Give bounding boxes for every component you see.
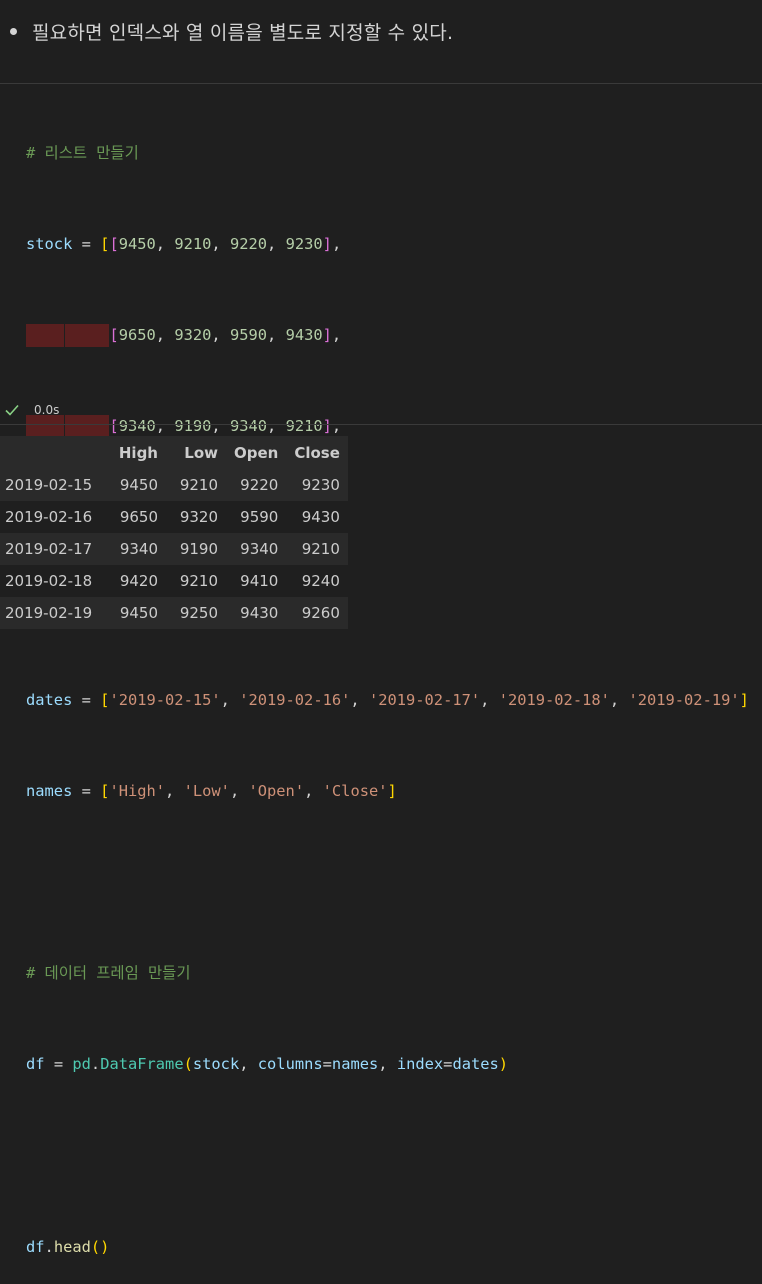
number: 9210 — [285, 417, 323, 436]
table-cell: 9340 — [226, 533, 287, 565]
number: 9230 — [285, 234, 323, 253]
markdown-cell[interactable]: 필요하면 인덱스와 열 이름을 별도로 지정할 수 있다. — [0, 0, 762, 83]
code-line-7: dates = ['2019-02-15', '2019-02-16', '20… — [26, 690, 749, 709]
variable-df: df — [26, 1055, 45, 1074]
number: 9450 — [118, 234, 156, 253]
execution-time: 0.0s — [34, 403, 60, 417]
number: 9190 — [174, 417, 212, 436]
code-line-13: df.head() — [26, 1237, 110, 1256]
table-cell: 9450 — [106, 469, 166, 501]
variable-dates: dates — [26, 690, 73, 709]
table-cell: 9340 — [106, 533, 166, 565]
code-line-3: [9650, 9320, 9590, 9430], — [26, 323, 749, 347]
code-line-10: # 데이터 프레임 만들기 — [26, 962, 749, 985]
table-cell: 9210 — [166, 565, 226, 597]
table-cell: 9420 — [106, 565, 166, 597]
string: '2019-02-16' — [239, 690, 351, 709]
column-header: Low — [166, 436, 226, 469]
bullet-item: 필요하면 인덱스와 열 이름을 별도로 지정할 수 있다. — [10, 18, 453, 45]
bracket-open-inner: [ — [109, 234, 119, 253]
number: 9340 — [118, 417, 156, 436]
string: 'Open' — [248, 781, 305, 800]
table-cell: 9210 — [286, 533, 348, 565]
assign-op: = — [72, 234, 101, 253]
code-line-8: names = ['High', 'Low', 'Open', 'Close'] — [26, 781, 397, 800]
bullet-dot-icon — [10, 28, 17, 35]
string: 'Low' — [183, 781, 230, 800]
indent-guide — [26, 415, 64, 438]
table-row: 2019-02-18 9420 9210 9410 9240 — [0, 565, 348, 597]
string: 'Close' — [322, 781, 388, 800]
table-row: 2019-02-15 9450 9210 9220 9230 — [0, 469, 348, 501]
row-index: 2019-02-17 — [0, 533, 106, 565]
module-pd: pd — [72, 1055, 91, 1074]
number: 9340 — [229, 417, 268, 436]
table-row: 2019-02-19 9450 9250 9430 9260 — [0, 597, 348, 629]
index-header — [0, 436, 106, 469]
string: 'High' — [109, 781, 166, 800]
table-cell: 9230 — [286, 469, 348, 501]
class-dataframe: DataFrame — [100, 1055, 184, 1074]
table-cell: 9240 — [286, 565, 348, 597]
number: 9210 — [174, 234, 212, 253]
row-index: 2019-02-18 — [0, 565, 106, 597]
output-area: High Low Open Close 2019-02-15 9450 9210… — [0, 436, 348, 629]
row-index: 2019-02-19 — [0, 597, 106, 629]
dataframe-table: High Low Open Close 2019-02-15 9450 9210… — [0, 436, 348, 629]
number: 9320 — [174, 325, 212, 344]
column-header: High — [106, 436, 166, 469]
code-line-2: stock = [[9450, 9210, 9220, 9230], — [26, 234, 342, 253]
variable-stock: stock — [26, 234, 73, 253]
code-cell[interactable]: # 리스트 만들기 stock = [[9450, 9210, 9220, 92… — [0, 84, 762, 1256]
row-index: 2019-02-16 — [0, 501, 106, 533]
string: '2019-02-15' — [109, 690, 221, 709]
table-cell: 9410 — [226, 565, 287, 597]
table-row: 2019-02-16 9650 9320 9590 9430 — [0, 501, 348, 533]
column-header: Close — [286, 436, 348, 469]
table-header-row: High Low Open Close — [0, 436, 348, 469]
table-cell: 9190 — [166, 533, 226, 565]
number: 9220 — [229, 234, 268, 253]
number: 9650 — [118, 325, 156, 344]
cell-divider — [0, 424, 762, 425]
code-line-1: # 리스트 만들기 — [26, 142, 749, 165]
execution-status: 0.0s — [4, 402, 59, 418]
number: 9430 — [285, 325, 323, 344]
table-cell: 9210 — [166, 469, 226, 501]
number: 9590 — [229, 325, 268, 344]
bullet-text: 필요하면 인덱스와 열 이름을 별도로 지정할 수 있다. — [32, 22, 454, 44]
indent-guide — [26, 323, 64, 347]
table-cell: 9260 — [286, 597, 348, 629]
variable-names: names — [26, 781, 73, 800]
indent-guide — [65, 415, 109, 438]
function-head: head — [53, 1237, 91, 1256]
comment: # 데이터 프레임 만들기 — [26, 964, 191, 983]
string: '2019-02-18' — [498, 690, 610, 709]
string: '2019-02-17' — [368, 690, 481, 709]
code-line-4: [9340, 9190, 9340, 9210], — [26, 415, 749, 438]
table-cell: 9450 — [106, 597, 166, 629]
code-editor[interactable]: # 리스트 만들기 stock = [[9450, 9210, 9220, 92… — [26, 96, 749, 1284]
table-cell: 9430 — [226, 597, 287, 629]
code-line-11: df = pd.DataFrame(stock, columns=names, … — [26, 1055, 509, 1074]
table-cell: 9590 — [226, 501, 287, 533]
table-cell: 9650 — [106, 501, 166, 533]
table-cell: 9220 — [226, 469, 287, 501]
string: '2019-02-19' — [628, 690, 740, 709]
table-cell: 9320 — [166, 501, 226, 533]
check-icon — [5, 404, 19, 416]
table-cell: 9250 — [166, 597, 226, 629]
column-header: Open — [226, 436, 287, 469]
indent-guide — [65, 323, 109, 347]
comment: # 리스트 만들기 — [26, 143, 139, 162]
table-cell: 9430 — [286, 501, 348, 533]
table-row: 2019-02-17 9340 9190 9340 9210 — [0, 533, 348, 565]
row-index: 2019-02-15 — [0, 469, 106, 501]
